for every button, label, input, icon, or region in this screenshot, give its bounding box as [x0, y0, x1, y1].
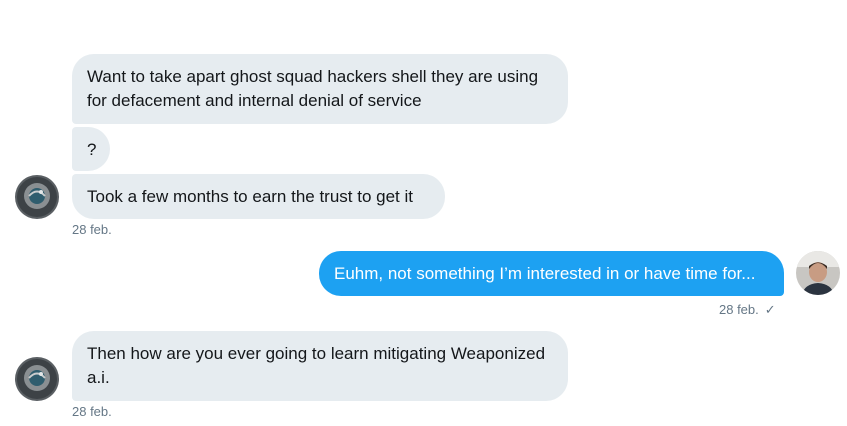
message-timestamp: 28 feb.	[72, 222, 112, 237]
message-timestamp: 28 feb.	[719, 302, 759, 317]
message-bubble-incoming[interactable]: Then how are you ever going to learn mit…	[72, 331, 568, 401]
message-bubble-incoming[interactable]: Want to take apart ghost squad hackers s…	[72, 54, 568, 124]
message-text: Then how are you ever going to learn mit…	[87, 344, 546, 387]
message-bubble-incoming[interactable]: ?	[72, 127, 110, 171]
checkmark-icon: ✓	[764, 302, 776, 317]
message-bubble-incoming[interactable]: Took a few months to earn the trust to g…	[72, 174, 445, 219]
message-text: Want to take apart ghost squad hackers s…	[87, 67, 539, 110]
message-text: Took a few months to earn the trust to g…	[87, 187, 414, 206]
message-meta: 28 feb. ✓	[719, 302, 776, 318]
avatar-image	[15, 357, 59, 401]
user-avatar[interactable]	[796, 251, 840, 295]
avatar-image	[796, 251, 840, 295]
message-timestamp: 28 feb.	[72, 404, 112, 419]
contact-avatar[interactable]	[15, 357, 59, 401]
message-text: Euhm, not something I’m interested in or…	[334, 264, 756, 283]
message-text: ?	[87, 140, 97, 159]
contact-avatar[interactable]	[15, 175, 59, 219]
message-bubble-outgoing[interactable]: Euhm, not something I’m interested in or…	[319, 251, 784, 296]
avatar-image	[15, 175, 59, 219]
